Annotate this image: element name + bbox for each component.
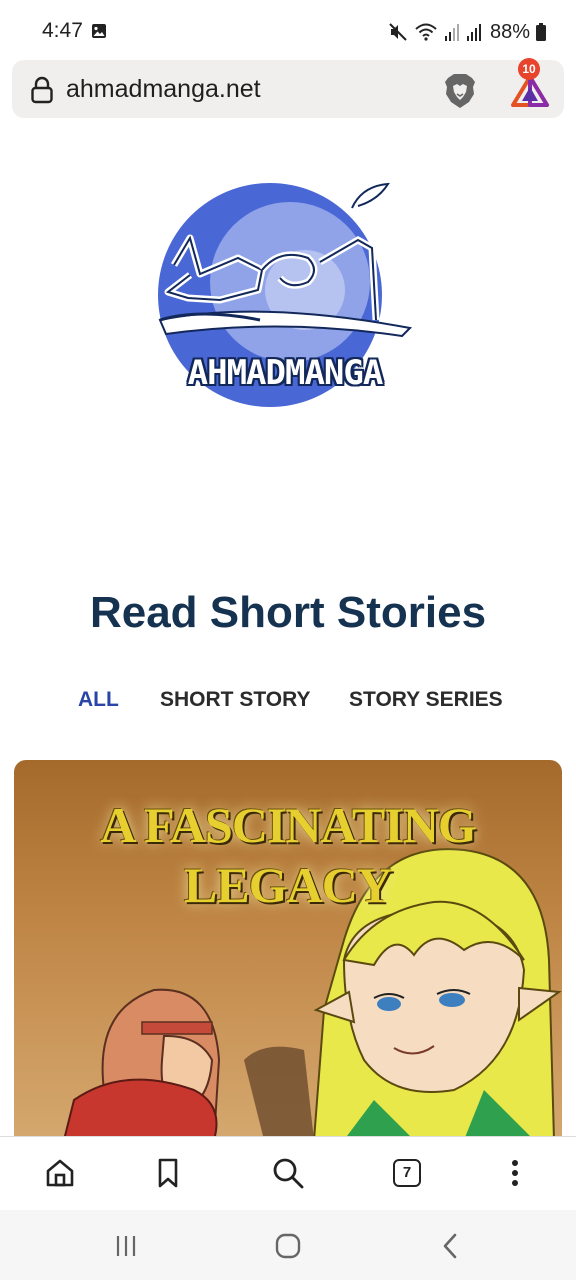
home-button[interactable] — [42, 1155, 78, 1191]
wifi-icon — [415, 23, 437, 41]
mute-icon — [389, 23, 407, 41]
search-button[interactable] — [270, 1155, 306, 1191]
story-card[interactable]: A FASCINATING LEGACY — [14, 760, 562, 1140]
rewards-badge[interactable]: 10 — [518, 58, 540, 80]
menu-button[interactable] — [497, 1155, 533, 1191]
search-icon — [273, 1158, 304, 1189]
browser-toolbar: 7 — [0, 1136, 576, 1210]
story-title-line-1[interactable]: A FASCINATING — [14, 796, 562, 854]
signal-icon-1 — [444, 24, 459, 41]
recents-button[interactable] — [108, 1230, 144, 1262]
status-time: 4:47 — [42, 19, 83, 42]
signal-icon-2 — [466, 24, 481, 41]
battery-percentage: 88% — [489, 20, 530, 43]
address-bar[interactable]: ahmadmanga.net 10 — [12, 58, 564, 118]
lock-icon[interactable] — [30, 76, 54, 104]
page-title: Read Short Stories — [89, 588, 487, 637]
home-icon — [46, 1159, 74, 1187]
story-title-line-2[interactable]: LEGACY — [14, 856, 562, 914]
logo-wordmark: AHMADMANGA — [187, 353, 384, 393]
tabs-button[interactable]: 7 — [389, 1155, 425, 1191]
home-circle-icon — [275, 1233, 301, 1259]
system-nav-bar — [0, 1210, 576, 1280]
status-bar: 4:47 88% — [0, 0, 576, 58]
battery-icon — [536, 23, 546, 41]
brave-shield-icon[interactable] — [442, 72, 478, 110]
filter-tab-story-series[interactable]: STORY SERIES — [349, 688, 503, 712]
back-chevron-icon — [443, 1233, 457, 1259]
url-text[interactable]: ahmadmanga.net — [66, 75, 261, 104]
tab-count: 7 — [393, 1159, 421, 1187]
system-home-button[interactable] — [270, 1230, 306, 1262]
bookmark-icon — [158, 1158, 178, 1188]
filter-tab-short-story[interactable]: SHORT STORY — [160, 688, 311, 712]
bookmark-button[interactable] — [150, 1155, 186, 1191]
status-icons: 88% — [388, 19, 546, 45]
recents-icon — [116, 1236, 136, 1256]
back-button[interactable] — [432, 1230, 468, 1262]
more-vertical-icon — [512, 1160, 518, 1186]
filter-tab-all[interactable]: ALL — [78, 688, 119, 712]
gallery-notification-icon — [92, 24, 106, 38]
